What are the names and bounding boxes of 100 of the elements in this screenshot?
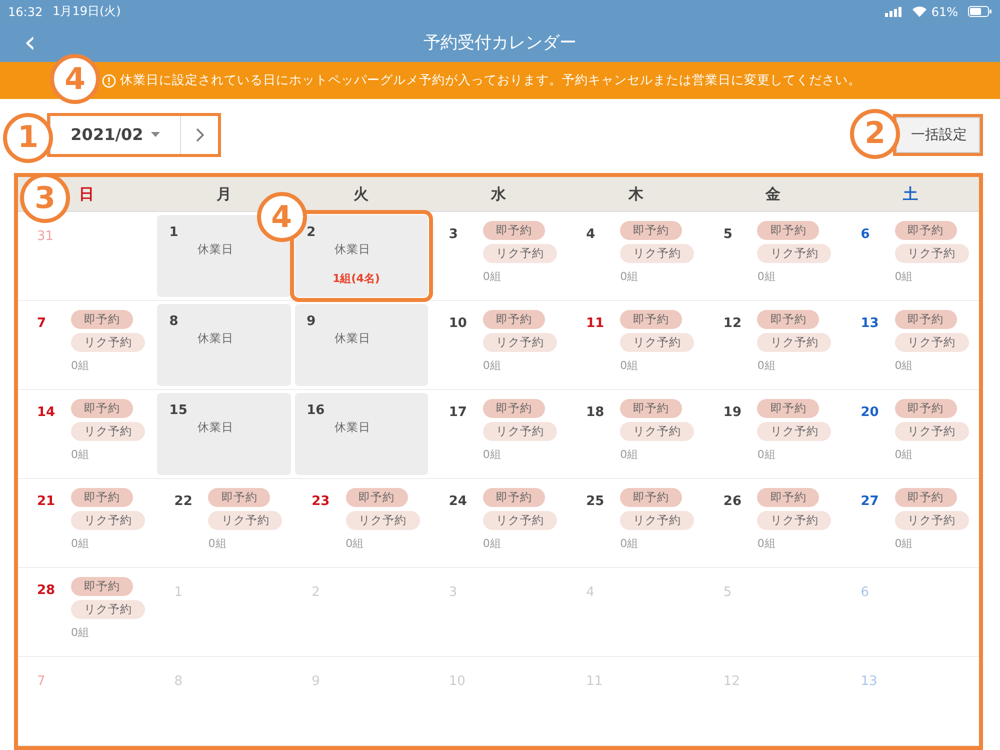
reservation-tag[interactable]: リク予約 <box>208 511 282 530</box>
group-count: 0組 <box>757 358 776 374</box>
day-number: 6 <box>860 584 870 602</box>
reservation-tag[interactable]: リク予約 <box>757 333 832 352</box>
reservation-tag[interactable]: 即予約 <box>208 488 270 508</box>
closed-day-card[interactable]: 16 休業日 <box>294 393 428 476</box>
day-number: 17 <box>448 404 468 422</box>
reservation-tag[interactable]: リク予約 <box>894 511 969 530</box>
closed-day-card[interactable]: 15 休業日 <box>157 393 291 476</box>
closed-day-card[interactable]: 9 休業日 <box>294 304 428 386</box>
callout-marker: 4 <box>50 54 100 104</box>
reservation-tag[interactable]: リク予約 <box>894 422 969 442</box>
back-button[interactable]: ‹ <box>18 28 42 58</box>
status-time: 16:32 <box>8 4 43 19</box>
reservation-tag[interactable]: 即予約 <box>894 399 957 418</box>
reservation-tag[interactable]: 即予約 <box>894 310 957 330</box>
weekday-header: 金 <box>766 184 781 204</box>
day-number: 31 <box>37 228 55 246</box>
reservation-tag[interactable]: 即予約 <box>757 399 820 418</box>
group-count: 0組 <box>482 536 501 552</box>
reservation-tag[interactable]: 即予約 <box>757 221 820 240</box>
reservation-tag[interactable]: リク予約 <box>482 244 557 264</box>
reservation-tag[interactable]: リク予約 <box>894 244 969 264</box>
reservation-tag[interactable]: 即予約 <box>757 310 820 330</box>
reservation-tag[interactable]: 即予約 <box>71 310 133 330</box>
reservation-tag[interactable]: 即予約 <box>757 488 820 508</box>
reservation-tag[interactable]: 即予約 <box>71 488 133 508</box>
reservation-tag[interactable]: 即予約 <box>894 221 957 240</box>
reservation-tag[interactable]: 即予約 <box>620 488 682 508</box>
closed-label: 休業日 <box>197 331 234 346</box>
reservation-tag[interactable]: 即予約 <box>71 577 133 596</box>
battery-icon <box>968 6 992 18</box>
reservation-tag[interactable]: リク予約 <box>482 511 557 530</box>
reservation-tag[interactable]: 即予約 <box>482 221 545 240</box>
day-number: 13 <box>860 673 878 692</box>
day-number: 4 <box>586 226 596 244</box>
group-count: 0組 <box>620 358 638 374</box>
day-number: 27 <box>860 493 880 512</box>
reservation-tag[interactable]: 即予約 <box>482 488 545 508</box>
reservation-tag[interactable]: リク予約 <box>71 333 145 352</box>
weekday-header: 火 <box>354 184 369 204</box>
reservation-tag[interactable]: 即予約 <box>346 488 408 508</box>
reservation-tag[interactable]: 即予約 <box>482 310 545 330</box>
day-number: 13 <box>860 315 880 334</box>
reservation-tag[interactable]: リク予約 <box>620 422 694 442</box>
closed-label: 休業日 <box>334 242 372 258</box>
group-count: 0組 <box>208 536 226 552</box>
day-number: 11 <box>586 315 606 334</box>
day-number: 7 <box>37 315 48 334</box>
reservation-tag[interactable]: リク予約 <box>71 600 145 620</box>
reservation-tag[interactable]: 即予約 <box>620 221 682 240</box>
reservation-tag[interactable]: リク予約 <box>757 511 832 530</box>
closed-label: 休業日 <box>197 420 234 436</box>
reservation-tag[interactable]: 即予約 <box>894 488 957 508</box>
bulk-settings-button[interactable]: 一括設定 <box>896 116 980 153</box>
reservation-tag[interactable]: リク予約 <box>346 511 420 530</box>
status-date: 1月19日(火) <box>52 3 121 20</box>
closed-day-card[interactable]: 2 休業日 1組(4名) <box>294 215 428 298</box>
closed-label: 休業日 <box>334 420 372 436</box>
reservation-tag[interactable]: リク予約 <box>757 422 832 442</box>
day-number: 18 <box>586 404 606 422</box>
group-count: 0組 <box>71 536 89 552</box>
group-count: 0組 <box>894 536 913 552</box>
reservation-tag[interactable]: リク予約 <box>71 511 145 530</box>
battery-percent: 61% <box>931 4 958 19</box>
group-count: 0組 <box>620 269 638 284</box>
reservation-tag[interactable]: リク予約 <box>620 244 694 264</box>
callout-marker: 2 <box>850 108 900 159</box>
group-count: 0組 <box>482 269 501 284</box>
reservation-tag[interactable]: 即予約 <box>620 310 682 330</box>
reservation-tag[interactable]: リク予約 <box>894 333 969 352</box>
closed-label: 休業日 <box>334 331 372 346</box>
day-number: 24 <box>448 493 468 512</box>
warning-message: 休業日に設定されている日にホットペッパーグルメ予約が入っております。予約キャンセルまたは営業日に変更してください。 <box>120 72 861 90</box>
closed-label: 休業日 <box>197 242 234 258</box>
day-number: 26 <box>723 493 743 512</box>
day-number: 12 <box>723 315 743 334</box>
reservation-tag[interactable]: リク予約 <box>620 333 694 352</box>
reservation-tag[interactable]: 即予約 <box>71 399 133 418</box>
day-number: 15 <box>169 403 188 418</box>
wifi-icon <box>912 6 928 18</box>
reservation-tag[interactable]: リク予約 <box>620 511 694 530</box>
day-number: 19 <box>723 404 743 422</box>
reservation-tag[interactable]: 即予約 <box>620 399 682 418</box>
group-count: 0組 <box>346 536 364 552</box>
day-number: 6 <box>860 226 871 244</box>
closed-day-card[interactable]: 8 休業日 <box>157 304 291 386</box>
reservation-tag[interactable]: リク予約 <box>757 244 832 264</box>
day-number: 2 <box>306 225 317 240</box>
reservation-tag[interactable]: リク予約 <box>482 333 557 352</box>
group-count: 0組 <box>757 536 776 552</box>
reservation-tag[interactable]: リク予約 <box>482 422 557 442</box>
reservation-tag[interactable]: リク予約 <box>71 422 145 442</box>
reservation-tag[interactable]: 即予約 <box>482 399 545 418</box>
group-count: 0組 <box>894 269 913 284</box>
day-number: 14 <box>37 404 56 422</box>
group-count: 0組 <box>894 447 913 462</box>
weekday-header: 日 <box>79 184 94 204</box>
day-number: 5 <box>723 226 734 244</box>
day-number: 20 <box>860 404 880 422</box>
